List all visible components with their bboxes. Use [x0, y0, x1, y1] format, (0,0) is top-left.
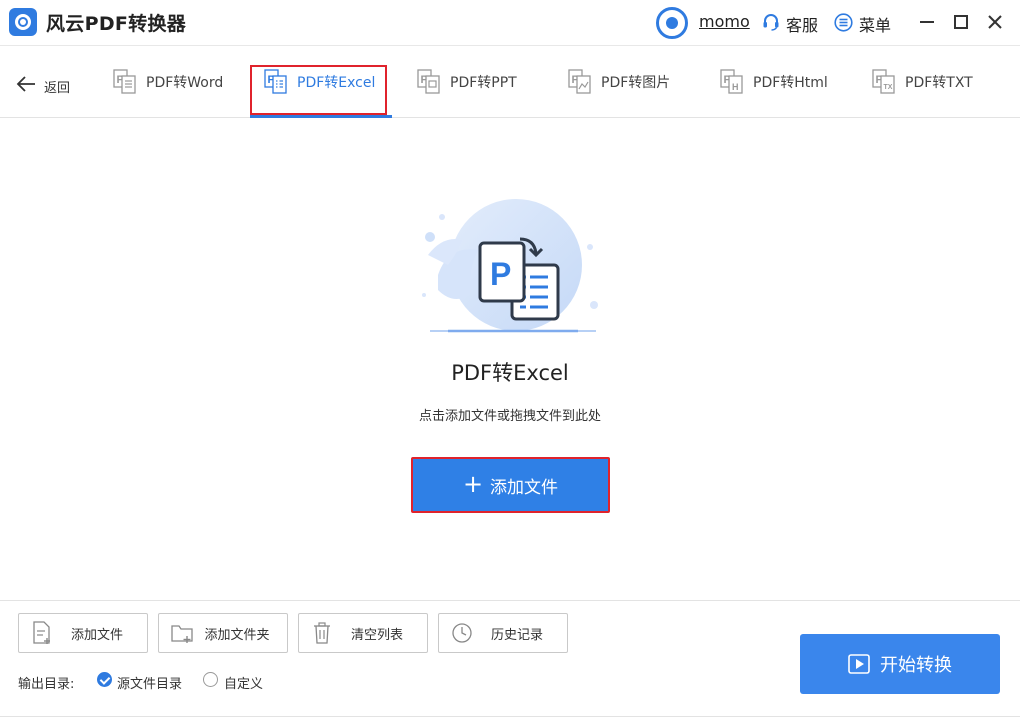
- headset-icon[interactable]: [762, 13, 780, 31]
- clock-icon: [452, 623, 472, 643]
- drop-zone-title: PDF转Excel: [451, 361, 569, 385]
- pdf-to-excel-illustration: P: [422, 199, 598, 333]
- maximize-icon[interactable]: [951, 12, 971, 32]
- svg-text:H: H: [732, 82, 739, 92]
- tab-pdf-to-html[interactable]: P H PDF转Html: [720, 46, 828, 118]
- add-file-toolbar-label: 添加文件: [70, 627, 123, 643]
- tab-label: PDF转TXT: [905, 75, 973, 91]
- clear-list-button[interactable]: 清空列表: [298, 613, 428, 653]
- customer-service-button[interactable]: 客服: [786, 12, 818, 36]
- title-bar: 风云PDF转换器 momo 客服 菜单: [0, 0, 1020, 46]
- radio-custom-dir-label[interactable]: 自定义: [224, 673, 263, 692]
- add-folder-label: 添加文件夹: [204, 627, 270, 643]
- app-title: 风云PDF转换器: [46, 13, 187, 35]
- radio-source-dir[interactable]: [97, 672, 112, 687]
- add-file-button-label: 添加文件: [490, 477, 559, 498]
- arrow-left-icon: [16, 76, 35, 92]
- history-label: 历史记录: [490, 627, 543, 643]
- active-tab-highlight: [250, 65, 387, 115]
- plus-icon: +: [462, 469, 484, 498]
- pdf-word-icon: P: [113, 69, 136, 94]
- svg-text:TX: TX: [884, 84, 893, 91]
- pdf-txt-icon: P TX: [872, 69, 895, 94]
- add-folder-icon: [171, 625, 193, 643]
- add-file-icon: [33, 621, 50, 644]
- menu-icon[interactable]: [834, 13, 853, 32]
- drop-zone-hint: 点击添加文件或拖拽文件到此处: [418, 409, 601, 424]
- tab-label: PDF转图片: [601, 75, 671, 91]
- trash-icon: [314, 622, 330, 644]
- tab-label: PDF转Word: [146, 75, 224, 91]
- svg-text:P: P: [490, 256, 511, 292]
- pdf-ppt-icon: P: [417, 69, 440, 94]
- back-button[interactable]: 返回: [16, 72, 70, 96]
- tab-pdf-to-word[interactable]: P PDF转Word: [113, 46, 223, 118]
- tab-pdf-to-txt[interactable]: P TX PDF转TXT: [872, 46, 973, 118]
- close-icon[interactable]: [985, 12, 1005, 32]
- start-convert-button[interactable]: 开始转换: [800, 634, 1000, 694]
- tab-pdf-to-ppt[interactable]: P PDF转PPT: [417, 46, 517, 118]
- radio-source-dir-label[interactable]: 源文件目录: [117, 673, 182, 692]
- pdf-html-icon: P H: [720, 69, 743, 94]
- pdf-image-icon: P: [568, 69, 591, 94]
- menu-button[interactable]: 菜单: [859, 12, 891, 36]
- username-link[interactable]: momo: [699, 12, 750, 31]
- add-file-button[interactable]: + 添加文件: [411, 457, 610, 513]
- app-logo-icon: [9, 8, 37, 36]
- bottom-toolbar: 添加文件 添加文件夹 清空列表 历史记录 输出目录: 源文件目录 自定义 开始转…: [0, 600, 1020, 717]
- start-convert-label: 开始转换: [880, 655, 952, 676]
- radio-custom-dir[interactable]: [203, 672, 218, 687]
- file-drop-zone[interactable]: P PDF转Excel 点击添加文件或拖拽文件到此处 + 添加文件: [0, 119, 1020, 600]
- tab-label: PDF转Html: [753, 75, 828, 91]
- output-directory-label: 输出目录:: [18, 677, 75, 692]
- active-tab-underline: [250, 115, 392, 118]
- user-avatar[interactable]: [656, 7, 688, 39]
- clear-list-label: 清空列表: [350, 627, 403, 643]
- tab-pdf-to-image[interactable]: P PDF转图片: [568, 46, 670, 118]
- play-icon: [848, 654, 870, 674]
- tab-label: PDF转PPT: [450, 75, 517, 91]
- conversion-tab-bar: 返回 P PDF转Word P PDF转Excel P PDF转PPT P PD…: [0, 46, 1020, 118]
- add-folder-button[interactable]: 添加文件夹: [158, 613, 288, 653]
- history-button[interactable]: 历史记录: [438, 613, 568, 653]
- back-label: 返回: [44, 80, 71, 96]
- add-file-toolbar-button[interactable]: 添加文件: [18, 613, 148, 653]
- minimize-icon[interactable]: [917, 12, 937, 32]
